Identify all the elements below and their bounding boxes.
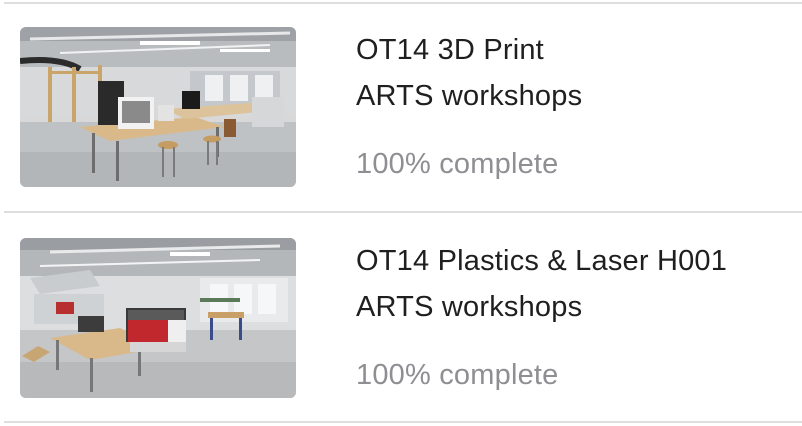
workshop-subtitle: ARTS workshops	[356, 80, 583, 112]
workshop-progress-label: 100% complete	[356, 148, 559, 180]
workshop-3d-print-thumbnail	[20, 27, 296, 187]
workshop-plastics-laser-thumbnail	[20, 238, 296, 398]
divider	[4, 421, 802, 423]
list-item-workshop-3d-print[interactable]: OT14 3D Print ARTS workshops 100% comple…	[0, 0, 802, 210]
list-item-workshop-plastics-laser[interactable]: OT14 Plastics & Laser H001 ARTS workshop…	[0, 211, 802, 421]
workshop-title: OT14 3D Print	[356, 34, 544, 66]
workshop-title: OT14 Plastics & Laser H001	[356, 245, 728, 277]
workshop-list: OT14 3D Print ARTS workshops 100% comple…	[0, 0, 802, 426]
workshop-progress-label: 100% complete	[356, 359, 559, 391]
workshop-subtitle: ARTS workshops	[356, 291, 583, 323]
